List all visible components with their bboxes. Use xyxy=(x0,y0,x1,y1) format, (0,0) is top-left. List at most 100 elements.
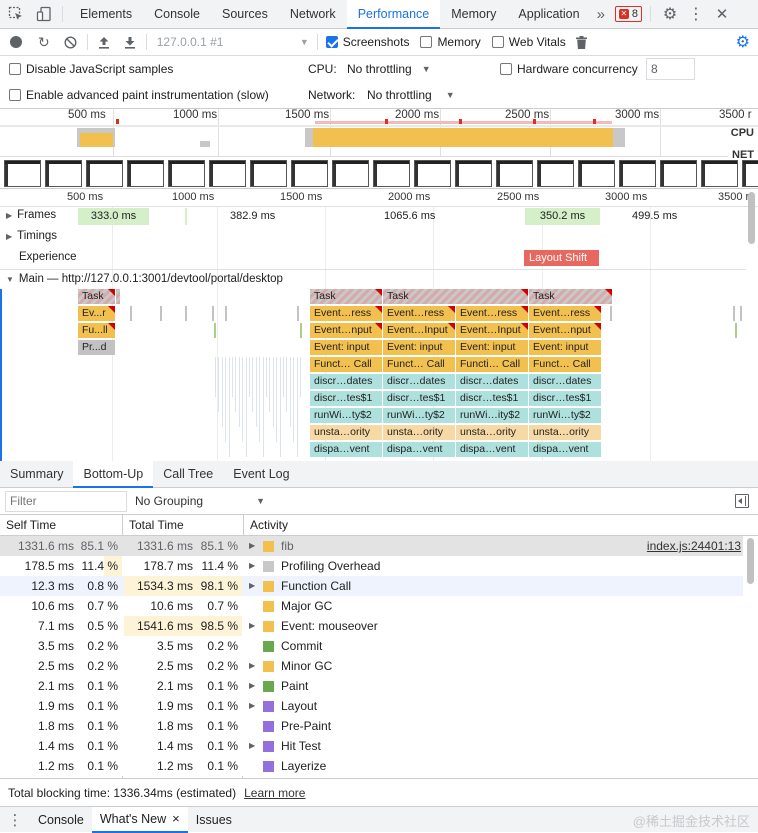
tab-memory[interactable]: Memory xyxy=(440,0,507,29)
cpu-throttling-select[interactable]: No throttling ▼ xyxy=(347,62,431,76)
flame-event[interactable]: dispa…vent xyxy=(529,442,602,457)
table-scrollbar[interactable] xyxy=(747,538,754,584)
details-tab-summary[interactable]: Summary xyxy=(0,461,73,488)
flame-event[interactable]: unsta…ority xyxy=(310,425,383,440)
screenshot-thumbnail[interactable] xyxy=(209,160,246,187)
table-row[interactable]: 3.5 ms 0.2 % 3.5 ms 0.2 % Commit xyxy=(0,636,743,656)
screenshot-thumbnail[interactable] xyxy=(496,160,533,187)
timeline-overview[interactable]: 500 ms 1000 ms 1500 ms 2000 ms 2500 ms 3000 m… xyxy=(0,109,758,189)
disable-js-samples-checkbox[interactable]: Disable JavaScript samples xyxy=(9,62,173,76)
flame-event[interactable]: unsta…ority xyxy=(456,425,529,440)
flame-event[interactable]: discr…tes$1 xyxy=(456,391,529,406)
frames-track-header[interactable]: ▶ Frames xyxy=(6,209,56,221)
kebab-menu-icon[interactable]: ⋮ xyxy=(685,4,707,24)
flame-event[interactable]: discr…dates xyxy=(383,374,456,389)
table-row[interactable]: 12.3 ms 0.8 % 1534.3 ms 98.1 % ▶ Function Cal… xyxy=(0,576,743,596)
screenshot-thumbnail[interactable] xyxy=(168,160,205,187)
layout-shift-event[interactable]: Layout Shift xyxy=(524,250,599,266)
flame-event[interactable]: runWi…ty$2 xyxy=(310,408,383,423)
timeline-scrollbar[interactable] xyxy=(748,192,755,244)
main-thread-header[interactable]: ▼ Main — http://127.0.0.1:3001/devtool/po… xyxy=(6,273,283,285)
table-row[interactable]: 1.4 ms 0.1 % 1.4 ms 0.1 % ▶ Hit Test xyxy=(0,736,743,756)
flame-event[interactable]: Event: input xyxy=(310,340,383,355)
toggle-sidebar-icon[interactable] xyxy=(735,494,749,508)
screenshot-thumbnail[interactable] xyxy=(250,160,287,187)
drawer-tab-what-s-new[interactable]: What's New × xyxy=(91,806,188,833)
grouping-select[interactable]: No Grouping ▼ xyxy=(135,494,265,508)
timings-track-header[interactable]: ▶ Timings xyxy=(6,230,57,242)
flame-event[interactable]: Event…Input xyxy=(383,323,456,338)
flame-event[interactable]: Event: input xyxy=(456,340,529,355)
hardware-concurrency-checkbox[interactable]: Hardware concurrency xyxy=(500,62,638,76)
tab-sources[interactable]: Sources xyxy=(211,0,279,29)
clear-icon[interactable] xyxy=(64,35,77,49)
table-row[interactable]: 1.8 ms 0.1 % 1.8 ms 0.1 % Pre-Paint xyxy=(0,716,743,736)
table-row[interactable]: 1.2 ms 0.1 % 1.2 ms 0.1 % Layerize xyxy=(0,756,743,776)
flame-event[interactable]: discr…dates xyxy=(529,374,602,389)
flame-event[interactable]: discr…dates xyxy=(310,374,383,389)
table-row[interactable]: 2.1 ms 0.1 % 2.1 ms 0.1 % ▶ Paint xyxy=(0,676,743,696)
activity-column-header[interactable]: Activity xyxy=(243,515,743,536)
tab-console[interactable]: Console xyxy=(143,0,211,29)
flame-event[interactable]: Event: input xyxy=(529,340,602,355)
flame-event[interactable]: discr…tes$1 xyxy=(529,391,602,406)
tab-network[interactable]: Network xyxy=(279,0,347,29)
close-icon[interactable]: ✕ xyxy=(711,5,733,23)
gear-icon[interactable]: ⚙ xyxy=(659,4,681,24)
screenshot-thumbnail[interactable] xyxy=(373,160,410,187)
expand-triangle-icon[interactable]: ▶ xyxy=(249,656,255,676)
screenshot-thumbnail[interactable] xyxy=(45,160,82,187)
drawer-tab-issues[interactable]: Issues xyxy=(188,807,240,833)
upload-profile-icon[interactable] xyxy=(98,36,110,49)
flame-event[interactable]: Ev...r xyxy=(78,306,116,321)
screenshots-checkbox[interactable]: Screenshots xyxy=(325,35,409,49)
tab-application[interactable]: Application xyxy=(507,0,590,29)
flame-event[interactable]: unsta…ority xyxy=(383,425,456,440)
flame-event[interactable]: Event…ress xyxy=(456,306,529,321)
filter-input[interactable] xyxy=(5,490,127,512)
reload-record-icon[interactable]: ↻ xyxy=(38,34,50,51)
advanced-paint-checkbox[interactable]: Enable advanced paint instrumentation (s… xyxy=(9,88,269,102)
screenshot-thumbnail[interactable] xyxy=(291,160,328,187)
flame-event[interactable]: discr…tes$1 xyxy=(310,391,383,406)
flame-event[interactable]: Functi… Call xyxy=(456,357,529,372)
flame-event[interactable]: Event…ress xyxy=(310,306,383,321)
flame-event[interactable]: runWi…ty$2 xyxy=(383,408,456,423)
frame-block[interactable]: 499.5 ms xyxy=(632,208,677,225)
frame-block[interactable]: 350.2 ms xyxy=(525,208,600,225)
table-row[interactable]: 178.5 ms 11.4 % 178.7 ms 11.4 % ▶ Profiling O… xyxy=(0,556,743,576)
flame-event[interactable]: discr…tes$1 xyxy=(383,391,456,406)
screenshot-thumbnail[interactable] xyxy=(455,160,492,187)
self-time-column-header[interactable]: Self Time xyxy=(0,515,122,536)
flame-event[interactable]: runWi…ity$2 xyxy=(456,408,529,423)
total-time-column-header[interactable]: Total Time xyxy=(122,515,243,536)
screenshot-thumbnail[interactable] xyxy=(701,160,738,187)
flame-event[interactable]: Event…Input xyxy=(456,323,529,338)
details-tab-call-tree[interactable]: Call Tree xyxy=(153,461,223,488)
flame-event[interactable]: Fu...ll xyxy=(78,323,116,338)
flame-event[interactable]: Funct… Call xyxy=(310,357,383,372)
frame-block[interactable] xyxy=(185,208,187,225)
flame-event[interactable]: discr…dates xyxy=(456,374,529,389)
expand-triangle-icon[interactable]: ▶ xyxy=(249,536,255,556)
hardware-concurrency-input[interactable]: 8 xyxy=(646,58,695,80)
inspect-element-icon[interactable] xyxy=(0,0,32,29)
screenshot-thumbnail[interactable] xyxy=(660,160,697,187)
trash-icon[interactable] xyxy=(575,35,587,49)
close-tab-icon[interactable]: × xyxy=(172,806,180,832)
memory-checkbox[interactable]: Memory xyxy=(420,35,481,49)
flame-event[interactable]: Task xyxy=(529,289,613,304)
flame-event[interactable]: Event…ress xyxy=(529,306,602,321)
recording-select[interactable]: 127.0.0.1 #1 ▼ xyxy=(157,35,309,49)
device-toolbar-icon[interactable] xyxy=(32,0,56,29)
frame-block[interactable]: 333.0 ms xyxy=(78,208,149,225)
flame-event[interactable]: unsta…ority xyxy=(529,425,602,440)
details-tab-event-log[interactable]: Event Log xyxy=(223,461,299,488)
screenshot-thumbnail[interactable] xyxy=(742,160,758,187)
expand-triangle-icon[interactable]: ▶ xyxy=(249,696,255,716)
web-vitals-checkbox[interactable]: Web Vitals xyxy=(491,35,566,49)
network-throttling-select[interactable]: No throttling ▼ xyxy=(367,88,455,102)
table-row[interactable]: 7.1 ms 0.5 % 1541.6 ms 98.5 % ▶ Event: mouseo… xyxy=(0,616,743,636)
flame-event[interactable]: dispa…vent xyxy=(310,442,383,457)
screenshot-thumbnail[interactable] xyxy=(127,160,164,187)
